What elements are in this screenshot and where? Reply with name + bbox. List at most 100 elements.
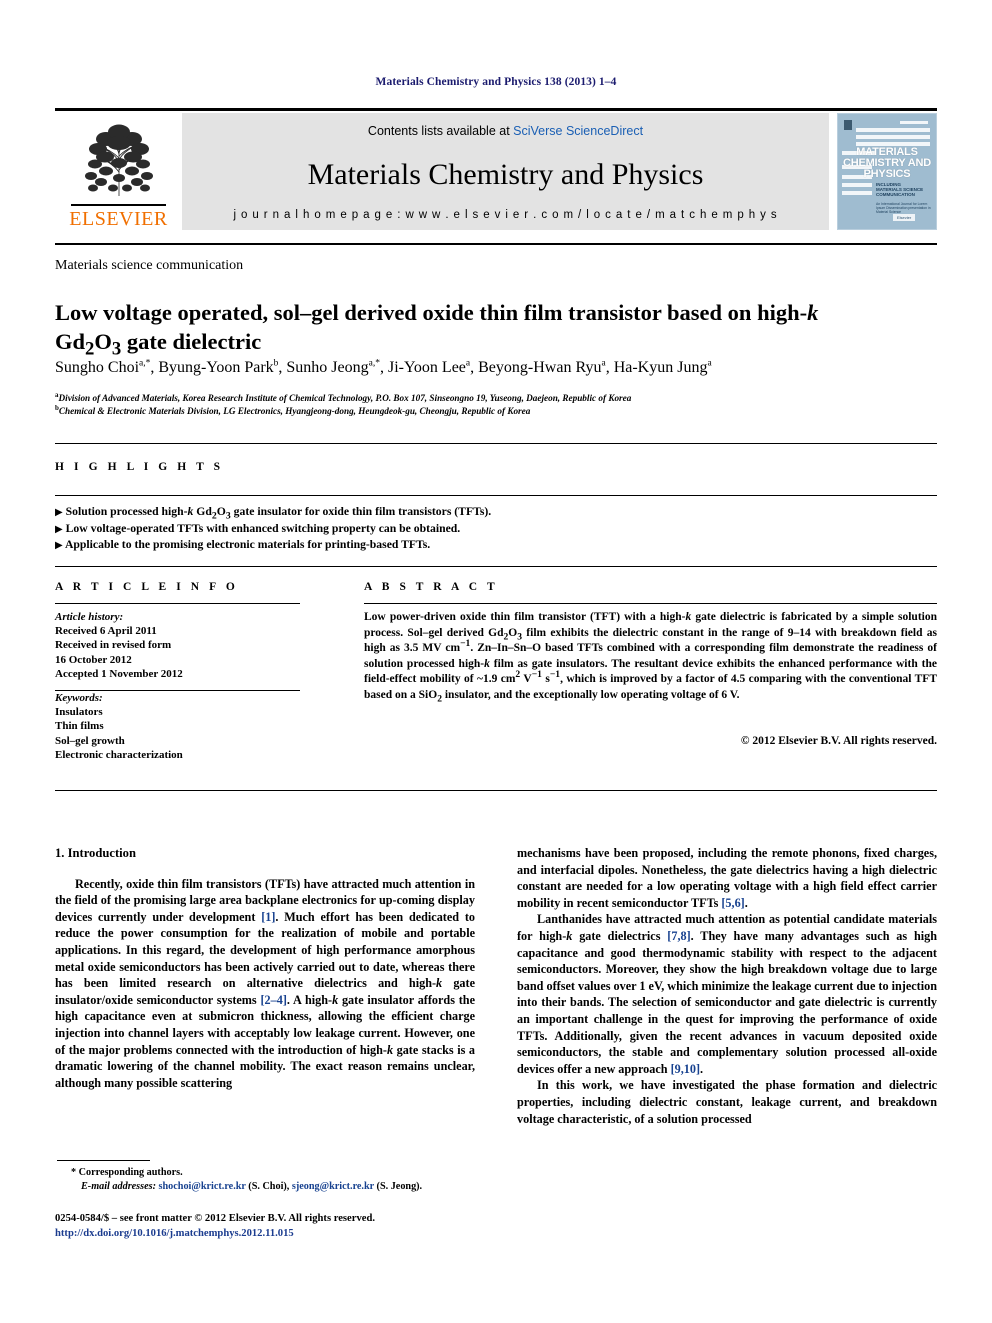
email-note: E-mail addresses: shochoi@krict.re.kr (S… — [57, 1180, 487, 1194]
article-info-rule — [55, 603, 300, 604]
contents-prefix: Contents lists available at — [367, 124, 514, 138]
author-name[interactable]: Sunho Jeong — [286, 359, 368, 376]
issn-copyright-line: 0254-0584/$ – see front matter © 2012 El… — [55, 1213, 375, 1224]
article-info-column: Article history: Received 6 April 2011 R… — [55, 610, 300, 762]
author-name[interactable]: Byung-Yoon Park — [158, 359, 273, 376]
history-item: Received 6 April 2011 — [55, 625, 157, 638]
author-mark: a,* — [139, 358, 151, 369]
keywords-rule — [55, 690, 300, 692]
author-list: Sungho Choia,*, Byung-Yoon Parkb, Sunho … — [55, 358, 712, 376]
email-owner: (S. Jeong). — [374, 1181, 423, 1192]
author-name[interactable]: Ji-Yoon Lee — [388, 359, 466, 376]
title-text-line-1: Low voltage operated, sol–gel derived ox… — [55, 300, 808, 326]
history-item: Received in revised form — [55, 639, 172, 652]
author-mark: a,* — [368, 358, 380, 369]
highlights-list: ▶ Solution processed high-k Gd2O3 gate i… — [55, 504, 937, 554]
elsevier-wordmark: ELSEVIER — [69, 207, 168, 230]
cover-mark — [844, 120, 852, 130]
cover-stripe — [842, 183, 872, 187]
paragraph: Recently, oxide thin film transistors (T… — [55, 876, 475, 1090]
list-item: ▶ Low voltage-operated TFTs with enhance… — [55, 521, 461, 535]
keyword-item: Thin films — [55, 720, 104, 733]
history-item: Accepted 1 November 2012 — [55, 667, 183, 680]
cover-title-line-3: PHYSICS — [863, 168, 911, 180]
keywords-label: Keywords: — [55, 692, 103, 705]
footnote-rule — [57, 1160, 150, 1161]
cover-stripe — [856, 135, 930, 139]
affiliation-item: aDivision of Advanced Materials, Korea R… — [55, 391, 935, 405]
author-mark: a — [465, 358, 471, 369]
keywords-block: Keywords: Insulators Thin films Sol–gel … — [55, 691, 300, 762]
sciencedirect-link[interactable]: SciVerse ScienceDirect — [513, 124, 643, 138]
paragraph: Lanthanides have attracted much attentio… — [517, 912, 937, 1076]
page-title: Low voltage operated, sol–gel derived ox… — [55, 298, 935, 358]
keyword-item: Sol–gel growth — [55, 734, 125, 747]
author-mark: a — [601, 358, 606, 369]
list-item: ▶ Solution processed high-k Gd2O3 gate i… — [55, 505, 492, 522]
author-mark: a — [707, 358, 712, 369]
cover-blurb: An International Journal for Lorem Ipsum… — [876, 202, 931, 214]
running-head: Materials Chemistry and Physics 138 (201… — [375, 76, 617, 88]
body-top-rule — [55, 790, 937, 791]
header-bottom-rule — [55, 243, 937, 245]
masthead-center: Contents lists available at SciVerse Sci… — [182, 113, 829, 230]
journal-masthead: ELSEVIER Contents lists available at Sci… — [55, 113, 937, 230]
author-name[interactable]: Beyong-Hwan Ryu — [478, 359, 601, 376]
article-history-label: Article history: — [55, 611, 124, 623]
cover-stripe — [856, 128, 930, 132]
contents-available-line: Contents lists available at SciVerse Sci… — [368, 124, 643, 138]
article-section-type: Materials science communication — [55, 258, 244, 273]
corresponding-author-note: * Corresponding authors. — [71, 1167, 183, 1178]
affiliation-text: Chemical & Electronic Materials Division… — [58, 405, 531, 416]
cover-sub-line-3: COMMUNICATION — [876, 192, 915, 197]
highlights-top-rule — [55, 443, 937, 444]
author-mark: b — [273, 358, 279, 369]
author-name[interactable]: Sungho Choi — [55, 359, 139, 376]
citation-link[interactable]: [5,6] — [721, 896, 744, 910]
elsevier-tree-icon — [84, 124, 153, 196]
bullet-arrow-icon: ▶ — [55, 523, 63, 535]
imprint-block: 0254-0584/$ – see front matter © 2012 El… — [55, 1212, 525, 1241]
citation-link[interactable]: [1] — [261, 910, 275, 924]
highlights-rule — [55, 495, 937, 496]
cover-stripe — [842, 191, 872, 195]
paragraph: In this work, we have investigated the p… — [517, 1078, 937, 1126]
citation-link[interactable]: [7,8] — [667, 929, 690, 943]
citation-link[interactable]: [9,10] — [671, 1062, 700, 1076]
history-item: 16 October 2012 — [55, 653, 132, 666]
affiliation-item: bChemical & Electronic Materials Divisio… — [55, 404, 935, 418]
citation-link[interactable]: [2–4] — [260, 993, 286, 1007]
masthead-top-rule — [55, 108, 937, 111]
bullet-arrow-icon: ▶ — [55, 540, 63, 552]
abstract-copyright: © 2012 Elsevier B.V. All rights reserved… — [740, 735, 937, 747]
elsevier-rule — [71, 204, 166, 206]
doi-link[interactable]: http://dx.doi.org/10.1016/j.matchemphys.… — [55, 1227, 525, 1242]
info-top-rule — [55, 566, 937, 567]
affiliation-text: Division of Advanced Materials, Korea Re… — [58, 393, 632, 403]
list-item: ▶ Applicable to the promising electronic… — [55, 538, 431, 552]
email-owner: (S. Choi), — [245, 1181, 292, 1192]
article-info-heading: A R T I C L E I N F O — [55, 581, 239, 593]
journal-homepage[interactable]: j o u r n a l h o m e p a g e : w w w . … — [233, 209, 777, 221]
cover-footer: Elsevier — [893, 214, 916, 221]
title-o: O — [94, 329, 112, 355]
abstract-heading: A B S T R A C T — [364, 581, 499, 593]
article-page: Materials Chemistry and Physics 138 (201… — [0, 0, 992, 1323]
section-heading: 1. Introduction — [55, 846, 136, 860]
elsevier-logo: ELSEVIER — [55, 113, 182, 230]
journal-cover-thumbnail: MATERIALS CHEMISTRY AND PHYSICS INCLUDIN… — [837, 113, 937, 230]
journal-title: Materials Chemistry and Physics — [307, 157, 704, 191]
author-name[interactable]: Ha-Kyun Jung — [614, 359, 708, 376]
paragraph: mechanisms have been proposed, including… — [517, 846, 937, 910]
email-link[interactable]: sjeong@krict.re.kr — [292, 1181, 374, 1192]
email-label: E-mail addresses: — [81, 1181, 156, 1192]
email-link[interactable]: shochoi@krict.re.kr — [159, 1181, 246, 1192]
cover-stripe — [900, 121, 928, 124]
title-gd: Gd — [55, 329, 86, 355]
keyword-item: Electronic characterization — [55, 748, 183, 761]
affiliation-list: aDivision of Advanced Materials, Korea R… — [55, 391, 935, 418]
footnote-block: * Corresponding authors. E-mail addresse… — [57, 1166, 487, 1194]
bullet-arrow-icon: ▶ — [55, 507, 63, 518]
abstract-text: Low power-driven oxide thin film transis… — [364, 611, 938, 705]
keyword-item: Insulators — [55, 706, 103, 719]
